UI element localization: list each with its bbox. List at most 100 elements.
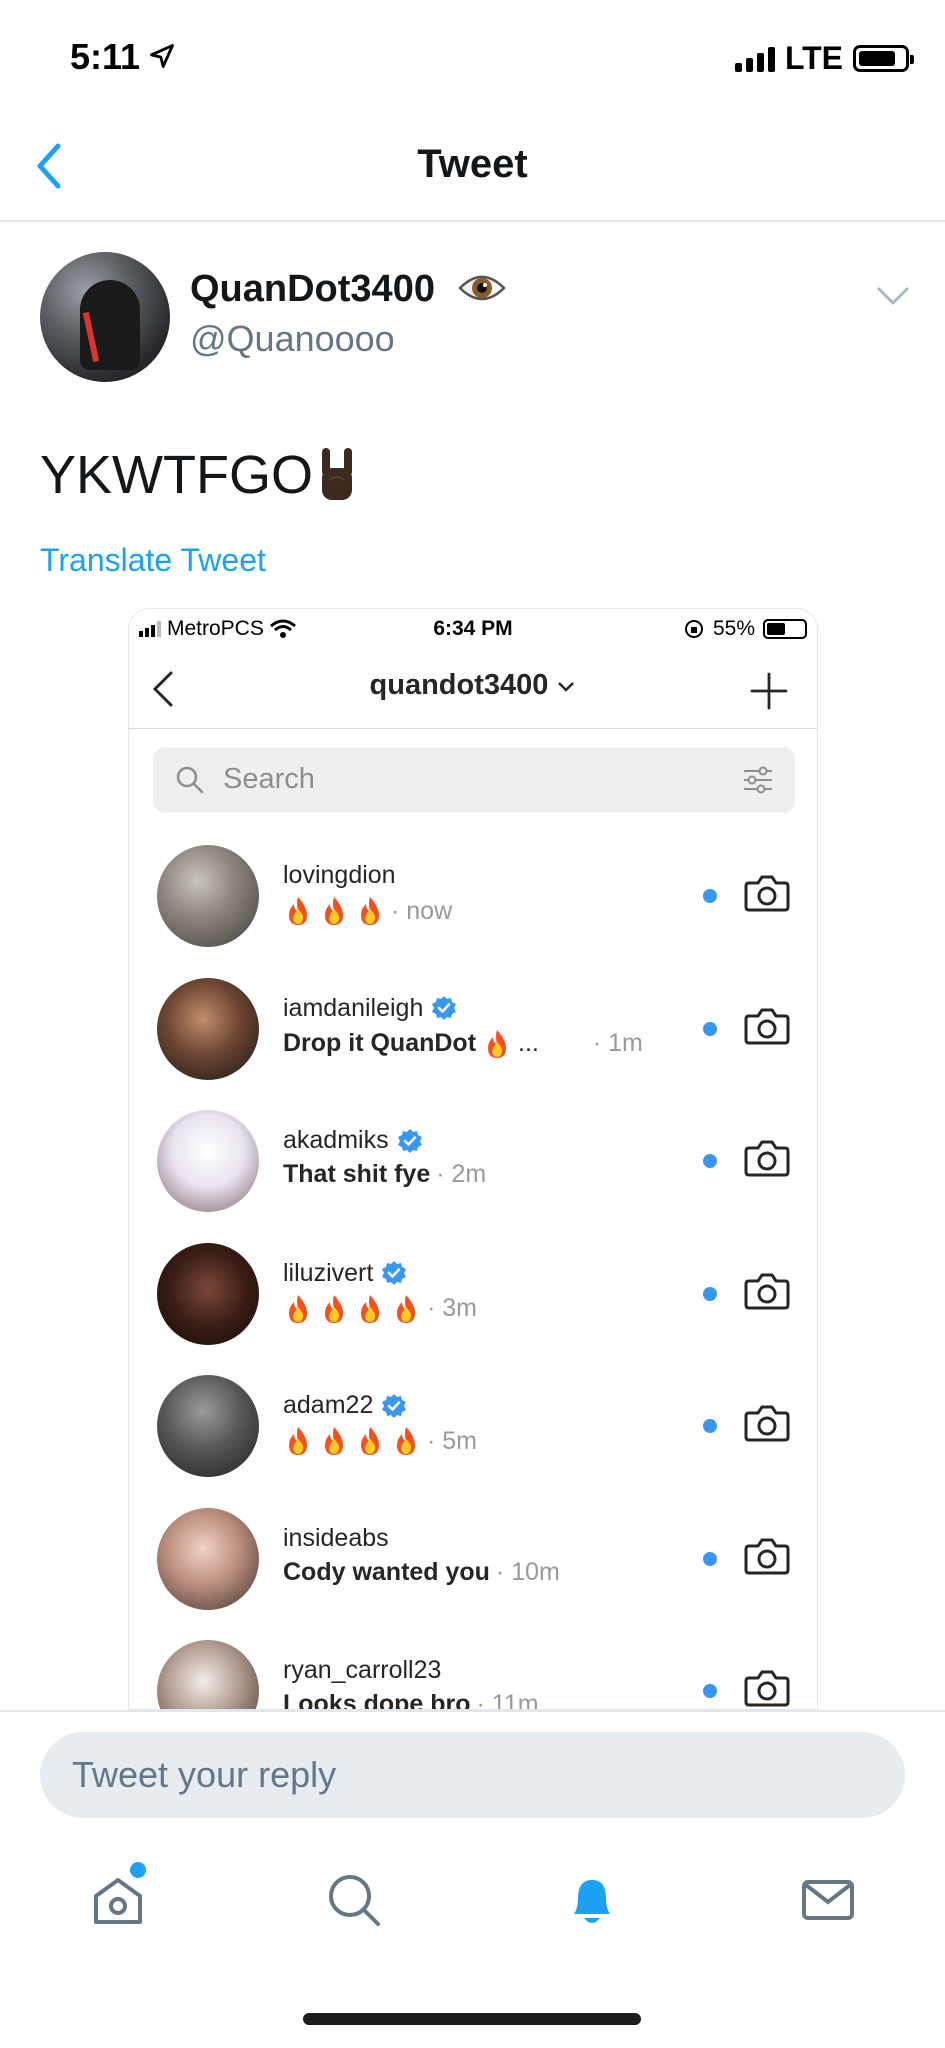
ig-thread-row: adam22 · 5m xyxy=(129,1361,817,1493)
ig-search-placeholder: Search xyxy=(223,763,315,795)
fire-emoji-icon xyxy=(361,1427,379,1455)
ig-search-bar: Search xyxy=(153,747,795,813)
reply-input[interactable]: Tweet your reply xyxy=(40,1732,905,1818)
fire-emoji-icon xyxy=(397,1427,415,1455)
thread-username: insideabs xyxy=(283,1524,389,1553)
unread-dot xyxy=(703,1551,717,1566)
translate-tweet-link[interactable]: Translate Tweet xyxy=(40,542,266,579)
thread-username-text: iamdanileigh xyxy=(283,993,424,1022)
ig-title-chevron-icon xyxy=(558,682,575,692)
ig-status-bar: MetroPCS 6:34 PM 55% xyxy=(129,609,817,649)
ig-thread-row: liluzivert · 3m xyxy=(129,1229,817,1361)
camera-icon[interactable] xyxy=(743,1002,791,1050)
ig-title: quandot3400 xyxy=(129,669,817,702)
fire-emoji-icon xyxy=(325,1427,343,1455)
thread-message: Cody wanted you xyxy=(283,1557,490,1586)
camera-icon[interactable] xyxy=(743,1399,791,1447)
thread-avatar xyxy=(157,845,259,947)
signal-icon xyxy=(734,46,775,72)
thread-time: · 11m xyxy=(476,1690,539,1710)
unread-dot xyxy=(703,1684,717,1698)
tweet-text: YKWTFGO xyxy=(40,445,313,505)
thread-avatar xyxy=(157,1242,259,1345)
ig-plus-icon xyxy=(750,672,788,710)
camera-icon[interactable] xyxy=(743,1267,791,1315)
thread-avatar xyxy=(157,977,259,1080)
verified-badge-icon xyxy=(397,1128,422,1153)
status-bar: 5:11 LTE xyxy=(0,0,945,110)
thread-username-text: ryan_carroll23 xyxy=(283,1656,442,1684)
verified-badge-icon xyxy=(382,1393,407,1418)
verified-badge-icon xyxy=(382,1261,407,1285)
rock-on-hand-emoji-icon xyxy=(322,448,352,500)
fire-emoji-icon xyxy=(289,1294,307,1323)
fire-emoji-icon xyxy=(361,897,379,925)
chevron-down-icon[interactable] xyxy=(876,284,910,308)
ig-title-text: quandot3400 xyxy=(369,669,549,701)
thread-username: adam22 xyxy=(283,1391,407,1420)
thread-avatar xyxy=(157,1507,259,1610)
thread-time: · 2m xyxy=(436,1160,487,1188)
fire-emoji-icon xyxy=(289,1427,307,1455)
thread-avatar xyxy=(157,1640,259,1709)
ig-thread-row: lovingdion · now xyxy=(129,831,817,963)
thread-preview: Drop it QuanDot... · 1m xyxy=(283,1028,643,1060)
thread-time: · 10m xyxy=(495,1557,560,1586)
camera-icon[interactable] xyxy=(743,1134,791,1182)
thread-username: akadmiks xyxy=(283,1126,423,1155)
battery-icon xyxy=(853,45,914,72)
ig-battery-text: 55% xyxy=(712,617,755,640)
thread-preview: · now xyxy=(283,895,452,927)
unread-dot xyxy=(703,1154,717,1168)
thread-time: · 3m xyxy=(427,1294,477,1322)
status-time: 5:11 xyxy=(70,36,141,77)
search-tab-icon[interactable] xyxy=(324,1870,384,1930)
reply-placeholder: Tweet your reply xyxy=(72,1754,337,1795)
thread-message: Looks dope bro xyxy=(283,1690,471,1710)
thread-avatar xyxy=(157,1375,259,1477)
fire-emoji-icon xyxy=(325,1294,343,1323)
status-indicators: LTE xyxy=(734,40,914,77)
thread-message: Drop it QuanDot xyxy=(283,1029,477,1057)
thread-username: lovingdion xyxy=(283,861,396,890)
camera-icon[interactable] xyxy=(743,1664,791,1710)
nav-bar: Tweet xyxy=(0,110,945,222)
camera-icon[interactable] xyxy=(743,1532,791,1580)
thread-time: · 1m xyxy=(592,1029,643,1057)
fire-emoji-icon xyxy=(289,897,307,925)
author-name[interactable]: QuanDot3400 xyxy=(190,268,435,311)
location-arrow-icon xyxy=(150,44,174,68)
notifications-tab-icon[interactable] xyxy=(562,1870,622,1930)
home-notification-dot xyxy=(130,1862,146,1878)
ig-thread-row: insideabs Cody wanted you · 10m xyxy=(129,1494,817,1626)
unread-dot xyxy=(703,889,717,903)
fire-emoji-icon xyxy=(361,1294,379,1323)
fire-emoji-icon xyxy=(325,897,343,925)
ig-thread-row: akadmiks That shit fye · 2m xyxy=(129,1096,817,1228)
thread-username-text: insideabs xyxy=(283,1523,389,1552)
thread-preview: That shit fye · 2m xyxy=(283,1160,486,1189)
thread-preview: · 5m xyxy=(283,1425,477,1457)
reply-divider xyxy=(0,1710,945,1712)
thread-preview: Looks dope bro · 11m xyxy=(283,1690,539,1710)
eye-emoji-icon xyxy=(458,275,506,301)
author-avatar[interactable] xyxy=(40,252,170,382)
tweet-media-image[interactable]: MetroPCS 6:34 PM 55% quandot3400 Search … xyxy=(128,608,818,1710)
thread-time: · now xyxy=(391,896,453,925)
verified-badge-icon xyxy=(432,996,457,1020)
ig-search-icon xyxy=(176,766,204,794)
thread-username-text: liluzivert xyxy=(283,1258,374,1287)
messages-tab-icon[interactable] xyxy=(798,1870,858,1930)
ig-status-right: 55% xyxy=(683,617,807,641)
thread-username: iamdanileigh xyxy=(283,994,457,1023)
home-indicator xyxy=(303,2013,641,2025)
camera-icon[interactable] xyxy=(743,869,791,917)
author-handle[interactable]: @Quanoooo xyxy=(190,318,395,360)
home-tab-icon[interactable] xyxy=(88,1870,148,1930)
ig-filter-icon xyxy=(744,766,772,794)
fire-emoji-icon xyxy=(397,1294,415,1323)
network-type: LTE xyxy=(784,40,843,76)
thread-message: That shit fye xyxy=(283,1160,431,1188)
thread-preview: Cody wanted you · 10m xyxy=(283,1558,560,1587)
ig-nav-bar: quandot3400 xyxy=(129,649,817,729)
